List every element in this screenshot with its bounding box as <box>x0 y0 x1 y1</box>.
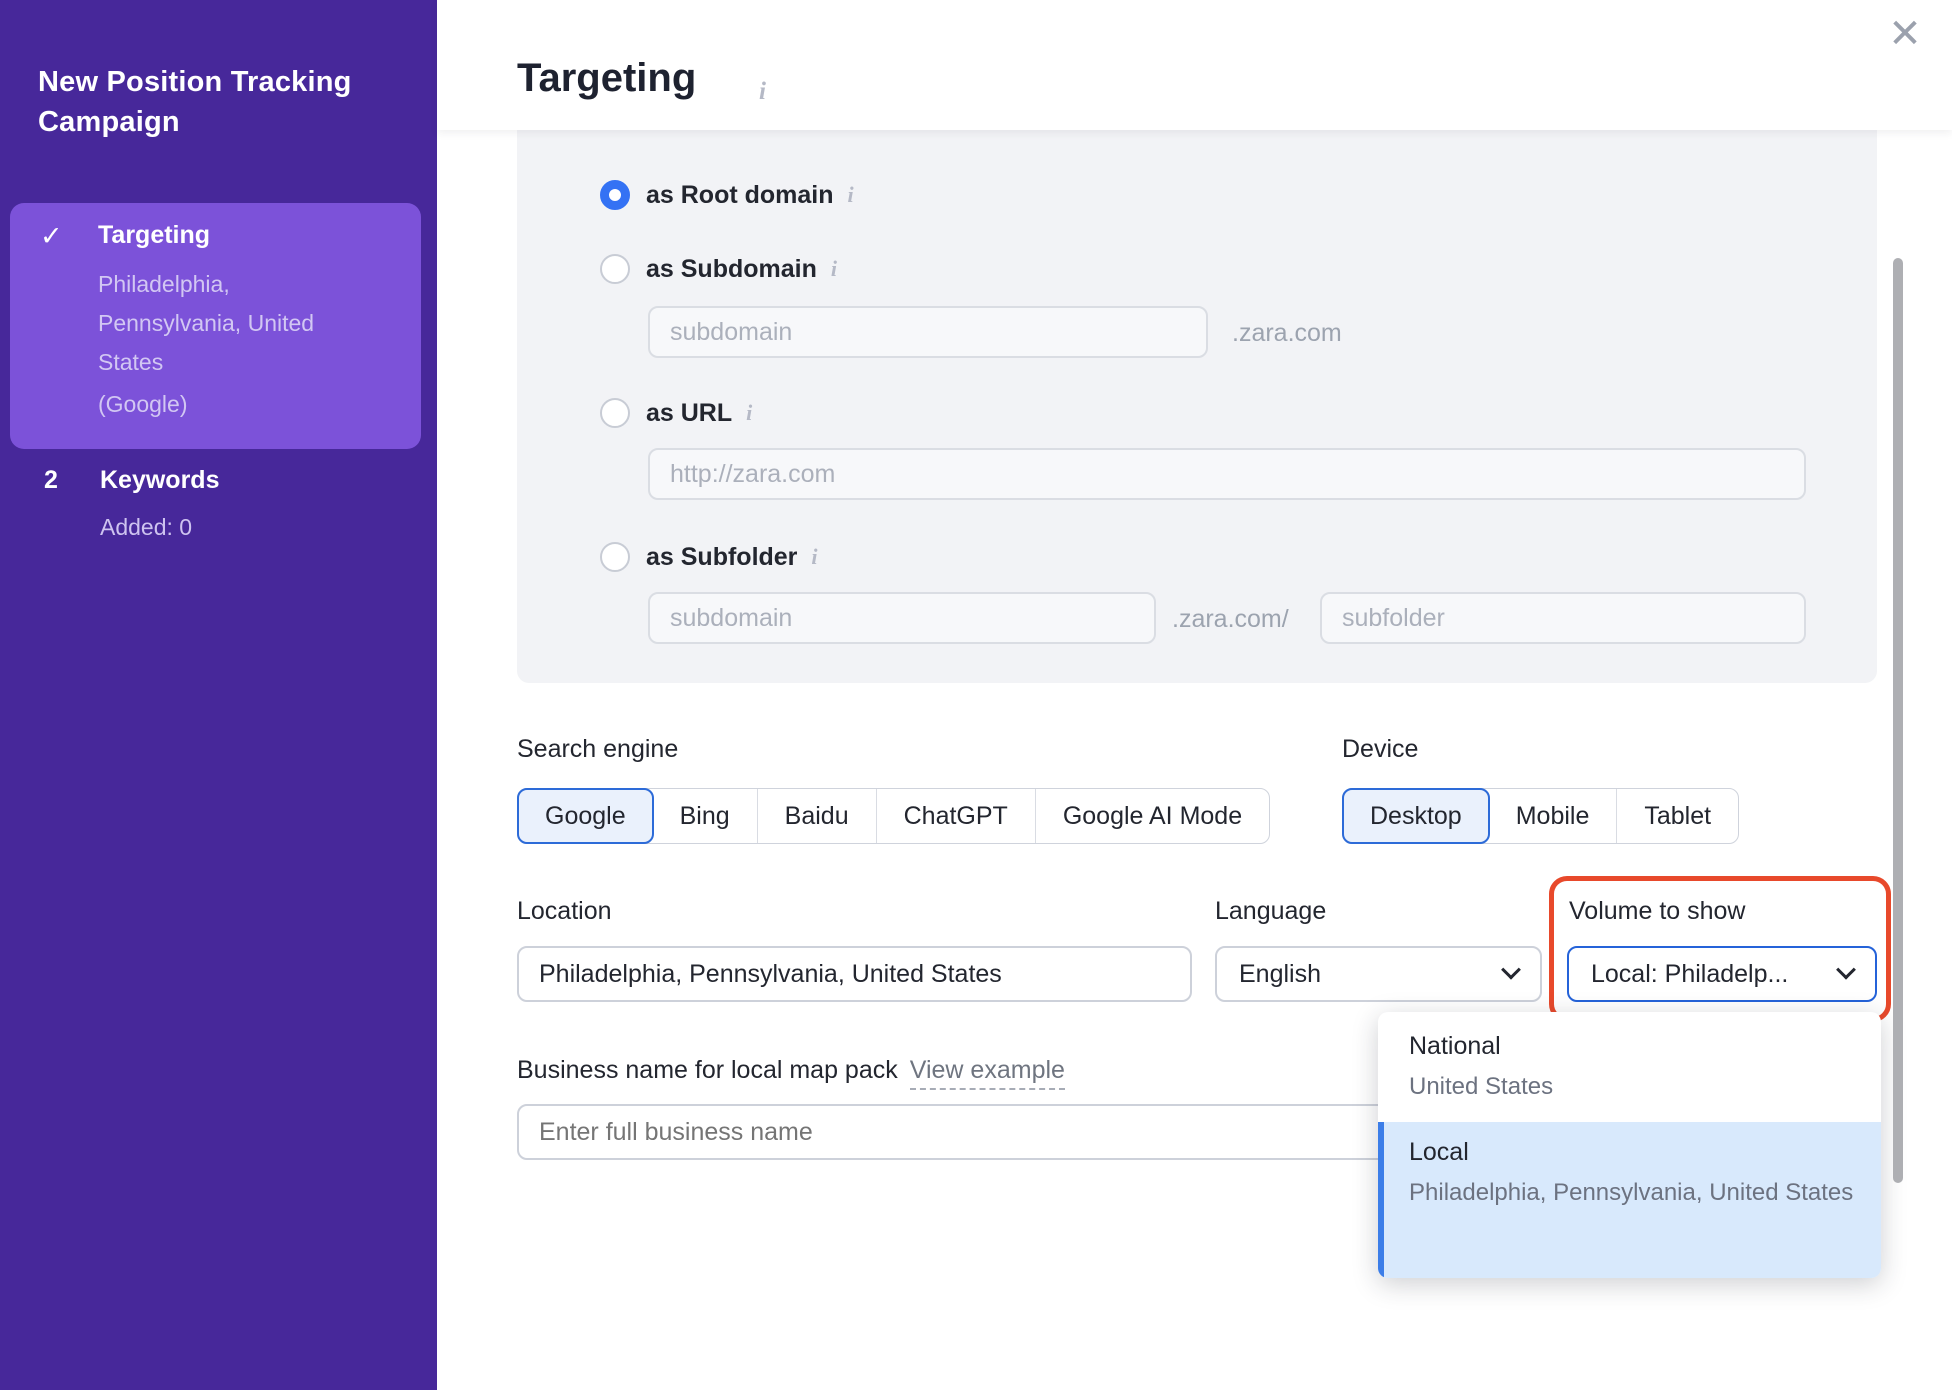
subdomain-suffix: .zara.com <box>1232 319 1342 348</box>
info-icon[interactable]: i <box>831 256 837 282</box>
engine-baidu-button[interactable]: Baidu <box>758 789 877 843</box>
radio-unselected-icon[interactable] <box>600 542 630 572</box>
chevron-down-icon <box>1501 960 1521 980</box>
wizard-sidebar: New Position Tracking Campaign ✓ Targeti… <box>0 0 437 1390</box>
device-tablet-button[interactable]: Tablet <box>1617 789 1738 843</box>
search-engine-label: Search engine <box>517 735 678 764</box>
check-icon: ✓ <box>40 221 63 252</box>
location-input[interactable] <box>517 946 1192 1002</box>
radio-subfolder[interactable]: as Subfolder i <box>600 540 818 574</box>
device-label: Device <box>1342 735 1418 764</box>
volume-to-show-label: Volume to show <box>1569 897 1746 926</box>
targeting-step-content: Targeting i ✕ as Root domain i as Subdom… <box>437 0 1952 1390</box>
subdomain-input[interactable] <box>648 306 1208 358</box>
subfolder-subdomain-input[interactable] <box>648 592 1156 644</box>
step-keywords-label: Keywords <box>100 466 219 495</box>
radio-selected-icon[interactable] <box>600 180 630 210</box>
step-keywords-number: 2 <box>44 466 58 495</box>
close-icon[interactable]: ✕ <box>1879 8 1931 60</box>
language-label: Language <box>1215 897 1326 926</box>
url-input[interactable] <box>648 448 1806 500</box>
info-icon[interactable]: i <box>811 544 817 570</box>
volume-to-show-select[interactable]: Local: Philadelp... <box>1567 946 1877 1002</box>
engine-bing-button[interactable]: Bing <box>653 789 758 843</box>
radio-unselected-icon[interactable] <box>600 254 630 284</box>
radio-url[interactable]: as URL i <box>600 396 752 430</box>
step-targeting-label: Targeting <box>98 221 210 250</box>
view-example-link[interactable]: View example <box>910 1056 1065 1090</box>
step-targeting-engine-note: (Google) <box>98 391 187 418</box>
sidebar-step-targeting[interactable]: ✓ Targeting Philadelphia, Pennsylvania, … <box>10 203 421 449</box>
page-title: Targeting <box>517 56 696 101</box>
new-position-tracking-modal: New Position Tracking Campaign ✓ Targeti… <box>0 0 1952 1390</box>
radio-unselected-icon[interactable] <box>600 398 630 428</box>
device-desktop-button[interactable]: Desktop <box>1342 788 1490 844</box>
dropdown-option-national[interactable]: National United States <box>1378 1012 1881 1122</box>
info-icon[interactable]: i <box>746 400 752 426</box>
chevron-down-icon <box>1836 960 1856 980</box>
info-icon[interactable]: i <box>848 182 854 208</box>
search-engine-group: Google Bing Baidu ChatGPT Google AI Mode <box>517 788 1270 844</box>
device-mobile-button[interactable]: Mobile <box>1489 789 1618 843</box>
dropdown-option-local[interactable]: Local Philadelphia, Pennsylvania, United… <box>1378 1122 1881 1278</box>
vertical-scrollbar[interactable] <box>1893 258 1903 1183</box>
info-icon[interactable]: i <box>759 78 766 106</box>
device-group: Desktop Mobile Tablet <box>1342 788 1739 844</box>
step-targeting-subtitle: Philadelphia, Pennsylvania, United State… <box>98 265 388 382</box>
engine-chatgpt-button[interactable]: ChatGPT <box>877 789 1036 843</box>
modal-header: Targeting i ✕ <box>437 0 1952 130</box>
radio-root-domain[interactable]: as Root domain i <box>600 178 854 212</box>
volume-value: Local: Philadelp... <box>1591 960 1788 989</box>
step-keywords-count: Added: 0 <box>100 514 192 541</box>
location-label: Location <box>517 897 612 926</box>
subfolder-suffix: .zara.com/ <box>1172 605 1289 634</box>
engine-google-button[interactable]: Google <box>517 788 654 844</box>
language-select[interactable]: English <box>1215 946 1542 1002</box>
business-name-row: Business name for local map pack View ex… <box>517 1056 1065 1090</box>
wizard-title: New Position Tracking Campaign <box>38 62 398 142</box>
language-value: English <box>1239 960 1321 989</box>
engine-google-ai-mode-button[interactable]: Google AI Mode <box>1036 789 1269 843</box>
radio-subdomain[interactable]: as Subdomain i <box>600 252 837 286</box>
business-name-label: Business name for local map pack <box>517 1056 898 1085</box>
domain-scope-panel: as Root domain i as Subdomain i .zara.co… <box>517 130 1877 683</box>
subfolder-input[interactable] <box>1320 592 1806 644</box>
volume-dropdown-menu: National United States Local Philadelphi… <box>1378 1012 1881 1278</box>
